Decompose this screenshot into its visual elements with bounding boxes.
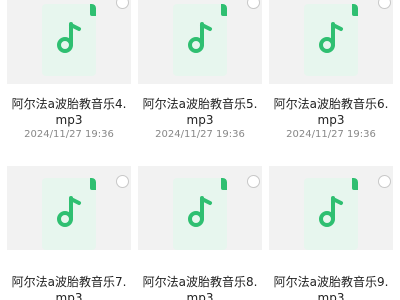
audio-file-icon (173, 178, 227, 250)
music-note-icon (319, 22, 343, 53)
music-note-icon (57, 22, 81, 53)
audio-file-icon (173, 4, 227, 76)
file-name: 阿尔法a波胎教音乐6.mp3 (273, 97, 389, 127)
audio-file-icon (304, 4, 358, 76)
file-thumbnail[interactable] (7, 0, 131, 84)
file-corner (221, 4, 227, 16)
music-note-icon (188, 196, 212, 227)
file-name: 阿尔法a波胎教音乐5.mp3 (142, 97, 258, 127)
file-corner (352, 178, 358, 190)
file-thumbnail[interactable] (7, 166, 131, 250)
select-circle[interactable] (116, 175, 129, 188)
file-date: 2024/11/27 19:36 (155, 129, 245, 140)
file-corner (352, 4, 358, 16)
file-name: 阿尔法a波胎教音乐9.mp3 (273, 275, 389, 300)
file-thumbnail[interactable] (269, 166, 393, 250)
file-corner (90, 4, 96, 16)
audio-file-icon (42, 178, 96, 250)
select-circle[interactable] (378, 175, 391, 188)
audio-file-icon (304, 178, 358, 250)
file-corner (221, 178, 227, 190)
file-date: 2024/11/27 19:36 (24, 129, 114, 140)
file-name: 阿尔法a波胎教音乐4.mp3 (11, 97, 127, 127)
music-note-icon (188, 22, 212, 53)
file-date: 2024/11/27 19:36 (286, 129, 376, 140)
select-circle[interactable] (247, 175, 260, 188)
music-note-icon (57, 196, 81, 227)
audio-file-icon (42, 4, 96, 76)
file-thumbnail[interactable] (269, 0, 393, 84)
file-thumbnail[interactable] (138, 166, 262, 250)
file-name: 阿尔法a波胎教音乐8.mp3 (142, 275, 258, 300)
music-note-icon (319, 196, 343, 227)
file-thumbnail[interactable] (138, 0, 262, 84)
file-corner (90, 178, 96, 190)
file-grid: 阿尔法a波胎教音乐4.mp3 2024/11/27 19:36 阿尔法a波胎教音… (0, 0, 400, 300)
file-name: 阿尔法a波胎教音乐7.mp3 (11, 275, 127, 300)
